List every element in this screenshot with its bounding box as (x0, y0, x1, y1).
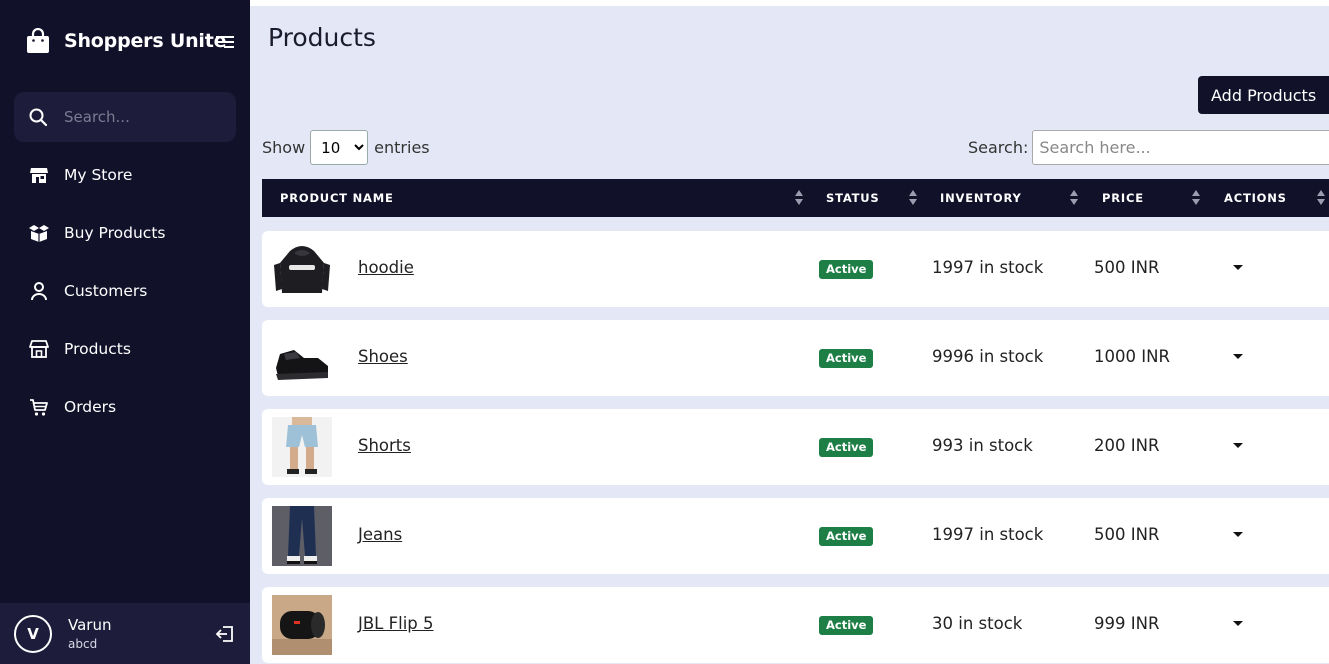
product-name-link[interactable]: Shoes (358, 347, 408, 366)
price-cell: 200 INR (1094, 436, 1160, 455)
user-panel: V Varun abcd (0, 603, 250, 664)
sidebar-item-label: Orders (64, 398, 117, 416)
sidebar-nav: My Store Buy Products Customers Products… (0, 146, 250, 436)
jeans-image (272, 506, 332, 566)
entries-select[interactable]: 102550100 (310, 130, 369, 165)
status-badge: Active (819, 527, 874, 546)
search-icon (29, 108, 48, 127)
status-badge: Active (819, 349, 874, 368)
actions-dropdown-icon[interactable] (1228, 526, 1250, 544)
table-row: Shoes Active 9996 in stock 1000 INR (262, 320, 1329, 396)
sort-icon[interactable] (1070, 190, 1078, 206)
header-product-name[interactable]: PRODUCT NAME (280, 179, 394, 217)
box-icon (28, 222, 50, 244)
shopping-bag-icon (27, 28, 49, 53)
table-row: hoodie Active 1997 in stock 500 INR (262, 231, 1329, 307)
hoodie-image (272, 239, 332, 299)
sidebar-item-label: Buy Products (64, 224, 166, 242)
search-label: Search: (968, 138, 1029, 157)
speaker-image (272, 595, 332, 655)
shorts-image (272, 417, 332, 477)
cart-icon (28, 396, 50, 418)
actions-dropdown-icon[interactable] (1228, 615, 1250, 633)
user-name: Varun (68, 616, 112, 634)
product-name-link[interactable]: Jeans (358, 525, 402, 544)
inventory-cell: 1997 in stock (932, 525, 1044, 544)
avatar[interactable]: V (14, 614, 52, 653)
sidebar-item-label: Customers (64, 282, 148, 300)
sidebar-item-label: My Store (64, 166, 133, 184)
entries-control: Show 102550100 entries (262, 130, 430, 165)
product-name-link[interactable]: Shorts (358, 436, 411, 455)
shoes-image (272, 328, 332, 388)
logout-icon[interactable] (215, 624, 235, 648)
sort-icon[interactable] (1317, 190, 1325, 206)
status-badge: Active (819, 438, 874, 457)
inventory-cell: 993 in stock (932, 436, 1033, 455)
actions-dropdown-icon[interactable] (1228, 259, 1250, 277)
price-cell: 1000 INR (1094, 347, 1170, 366)
app-name: Shoppers Unite (64, 30, 227, 52)
product-name-link[interactable]: hoodie (358, 258, 414, 277)
show-label: Show (262, 138, 306, 157)
inventory-cell: 1997 in stock (932, 258, 1044, 277)
user-subtitle: abcd (68, 637, 98, 651)
main-content: Products Add Products Show 102550100 ent… (250, 6, 1329, 664)
sidebar-search-input[interactable] (64, 108, 214, 126)
table-header: PRODUCT NAME STATUS INVENTORY PRICE ACTI… (262, 179, 1329, 217)
sidebar-item-my-store[interactable]: My Store (0, 146, 250, 204)
header-inventory[interactable]: INVENTORY (940, 179, 1022, 217)
sidebar-item-products[interactable]: Products (0, 320, 250, 378)
table-row: Shorts Active 993 in stock 200 INR (262, 409, 1329, 485)
actions-dropdown-icon[interactable] (1228, 437, 1250, 455)
page-title: Products (268, 23, 376, 52)
sort-icon[interactable] (909, 190, 917, 206)
sidebar: Shoppers Unite My Store (0, 0, 250, 664)
sidebar-item-buy-products[interactable]: Buy Products (0, 204, 250, 262)
status-badge: Active (819, 616, 874, 635)
sidebar-item-orders[interactable]: Orders (0, 378, 250, 436)
menu-toggle-icon[interactable] (216, 34, 234, 53)
sidebar-search (14, 92, 236, 142)
header-status[interactable]: STATUS (826, 179, 880, 217)
store-icon (28, 164, 50, 186)
actions-dropdown-icon[interactable] (1228, 348, 1250, 366)
price-cell: 999 INR (1094, 614, 1160, 633)
price-cell: 500 INR (1094, 525, 1160, 544)
table-row: JBL Flip 5 Active 30 in stock 999 INR (262, 587, 1329, 663)
price-cell: 500 INR (1094, 258, 1160, 277)
table-search: Search: (968, 130, 1329, 165)
sort-icon[interactable] (795, 190, 803, 206)
inventory-cell: 30 in stock (932, 614, 1023, 633)
add-products-button[interactable]: Add Products (1198, 76, 1329, 114)
status-badge: Active (819, 260, 874, 279)
inventory-cell: 9996 in stock (932, 347, 1044, 366)
user-icon (28, 280, 50, 302)
table-row: Jeans Active 1997 in stock 500 INR (262, 498, 1329, 574)
brand[interactable]: Shoppers Unite (26, 28, 226, 54)
header-actions[interactable]: ACTIONS (1224, 179, 1287, 217)
shop-icon (28, 338, 50, 360)
sidebar-item-customers[interactable]: Customers (0, 262, 250, 320)
header-price[interactable]: PRICE (1102, 179, 1144, 217)
entries-label: entries (374, 138, 430, 157)
sidebar-item-label: Products (64, 340, 131, 358)
sort-icon[interactable] (1192, 190, 1200, 206)
product-name-link[interactable]: JBL Flip 5 (358, 614, 434, 633)
table-search-input[interactable] (1032, 130, 1329, 165)
